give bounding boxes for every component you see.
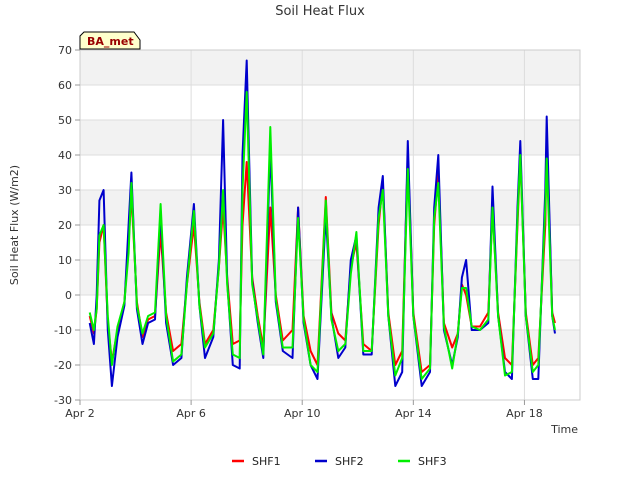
x-tick-label: Apr 2	[65, 407, 95, 420]
plot-band	[80, 50, 580, 85]
y-tick-label: 10	[58, 254, 72, 267]
y-tick-label: -30	[54, 394, 72, 407]
y-tick-label: 0	[65, 289, 72, 302]
plot-band	[80, 225, 580, 260]
legend-label-shf1: SHF1	[252, 455, 281, 468]
y-tick-label: 50	[58, 114, 72, 127]
plot-band	[80, 190, 580, 225]
y-tick-label: -20	[54, 359, 72, 372]
site-badge: BA_met	[79, 31, 141, 50]
y-tick-label: 20	[58, 219, 72, 232]
y-axis-ticks: -30 -20 -10 0 10 20 30 40 50 60 70	[54, 44, 80, 407]
x-axis-ticks: Apr 2 Apr 6 Apr 10 Apr 14 Apr 18	[65, 400, 543, 420]
x-tick-label: Apr 6	[176, 407, 206, 420]
y-tick-label: 30	[58, 184, 72, 197]
x-tick-label: Apr 18	[506, 407, 543, 420]
x-tick-label: Apr 10	[284, 407, 321, 420]
plot-band	[80, 155, 580, 190]
y-tick-label: 60	[58, 79, 72, 92]
x-axis-label: Time	[550, 423, 578, 436]
y-tick-label: -10	[54, 324, 72, 337]
site-badge-label: BA_met	[87, 35, 134, 48]
soil-heat-flux-chart: -30 -20 -10 0 10 20 30 40 50 60 70 Apr 2 Apr 6 Apr 1…	[8, 4, 581, 468]
plot-band	[80, 330, 580, 365]
legend: SHF1 SHF2 SHF3	[232, 455, 447, 468]
legend-label-shf2: SHF2	[335, 455, 364, 468]
x-tick-label: Apr 14	[395, 407, 432, 420]
plot-band	[80, 85, 580, 120]
y-tick-label: 40	[58, 149, 72, 162]
y-axis-label: Soil Heat Flux (W/m2)	[8, 165, 21, 285]
chart-title: Soil Heat Flux	[275, 4, 365, 19]
legend-label-shf3: SHF3	[418, 455, 447, 468]
y-tick-label: 70	[58, 44, 72, 57]
plot-band	[80, 120, 580, 155]
